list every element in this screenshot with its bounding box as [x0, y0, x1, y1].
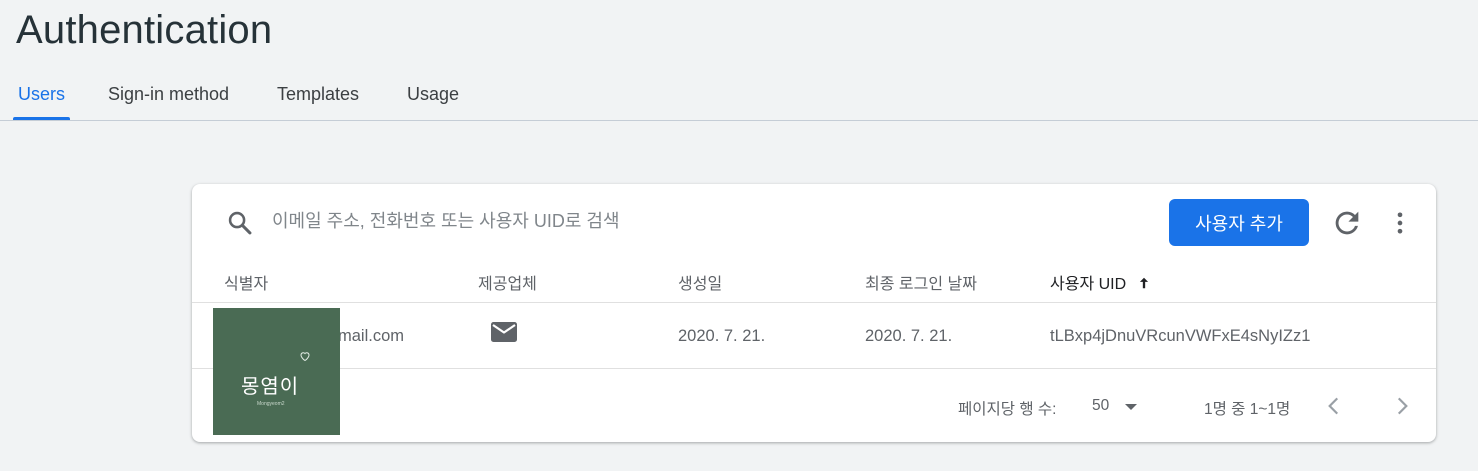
- search-input[interactable]: [272, 206, 972, 236]
- avatar-text: 몽염이: [241, 376, 300, 398]
- tab-bar: Users Sign-in method Templates Usage: [0, 76, 1478, 121]
- more-vert-icon[interactable]: [1386, 206, 1414, 240]
- column-header-created[interactable]: 생성일: [678, 270, 722, 294]
- refresh-icon[interactable]: [1330, 206, 1364, 240]
- avatar-subtext: Mongyeom2: [257, 401, 285, 407]
- chevron-right-icon[interactable]: [1389, 393, 1415, 419]
- column-header-uid-label: 사용자 UID: [1050, 276, 1127, 293]
- row-uid: tLBxp4jDnuVRcunVWFxE4sNyIZz1: [1050, 327, 1311, 345]
- column-header-uid[interactable]: 사용자 UID: [1050, 270, 1151, 294]
- search-icon: [228, 211, 252, 235]
- rows-per-page-select[interactable]: 50: [1090, 395, 1142, 419]
- rows-per-page-label: 페이지당 행 수:: [958, 401, 1057, 418]
- arrow-up-icon: [1139, 277, 1148, 289]
- row-divider: [192, 368, 1436, 369]
- tab-sign-in-method[interactable]: Sign-in method: [108, 84, 229, 105]
- row-created-date: 2020. 7. 21.: [678, 327, 766, 345]
- rows-per-page-value: 50: [1092, 397, 1110, 414]
- header-divider: [192, 302, 1436, 303]
- tab-usage[interactable]: Usage: [407, 84, 459, 105]
- tab-users[interactable]: Users: [18, 84, 65, 105]
- mail-icon: [491, 322, 517, 342]
- users-table-card: 사용자 추가 식별자 제공업체 생성일 최종 로그인 날짜 사용자 UID gm…: [192, 184, 1436, 442]
- row-last-login-date: 2020. 7. 21.: [865, 327, 953, 345]
- pagination-range: 1명 중 1~1명: [1204, 401, 1291, 418]
- tab-templates[interactable]: Templates: [277, 84, 359, 105]
- dropdown-arrow-icon: [1125, 404, 1137, 410]
- active-tab-indicator: [13, 117, 70, 120]
- add-user-button[interactable]: 사용자 추가: [1169, 199, 1309, 246]
- column-header-identifier[interactable]: 식별자: [224, 270, 268, 294]
- heart-icon: [300, 352, 310, 362]
- page-title: Authentication: [16, 8, 273, 52]
- column-header-last-login[interactable]: 최종 로그인 날짜: [865, 270, 977, 294]
- profile-image-overlay: 몽염이 Mongyeom2: [213, 308, 340, 435]
- column-header-provider[interactable]: 제공업체: [478, 270, 537, 294]
- chevron-left-icon[interactable]: [1321, 393, 1347, 419]
